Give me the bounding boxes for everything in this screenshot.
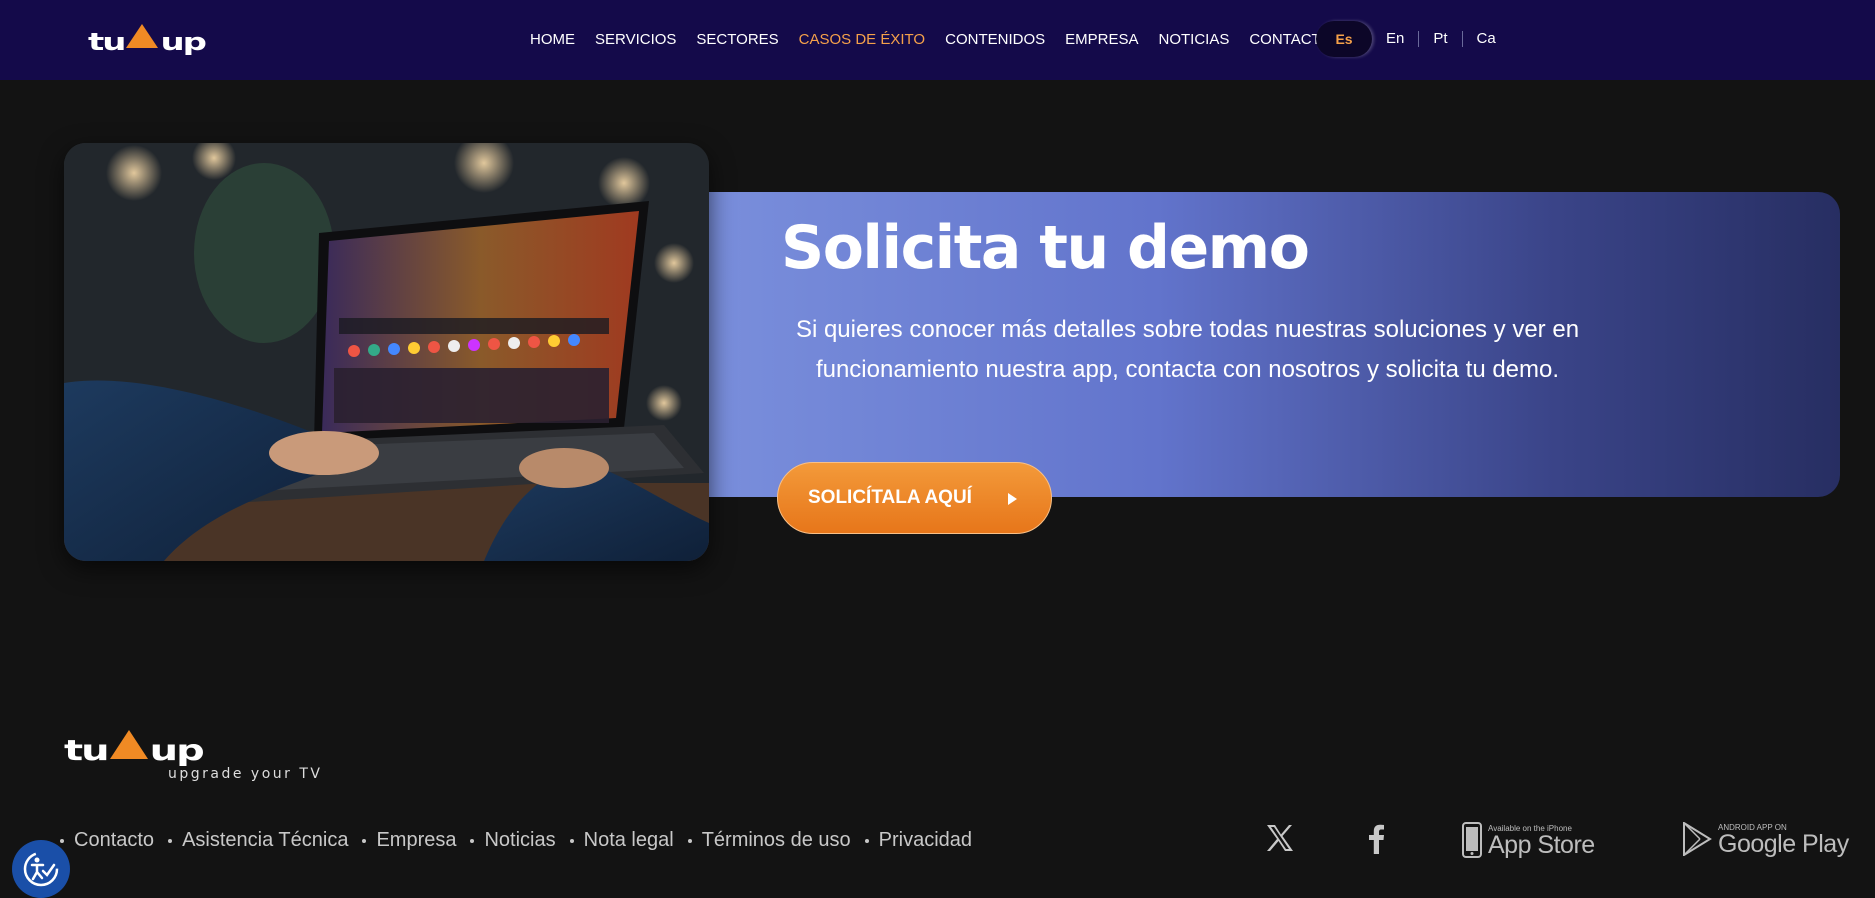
lang-pt[interactable]: Pt (1419, 31, 1463, 47)
footer-logo[interactable]: tu up (64, 727, 205, 768)
lang-es[interactable]: Es (1316, 21, 1372, 57)
google-play-text: ANDROID APP ON Google Play (1718, 823, 1849, 858)
site-header: tu up HOME SERVICIOS SECTORES CASOS DE É… (0, 0, 1875, 80)
footer-logo-triangle-icon (109, 730, 148, 759)
footer-link-terminos[interactable]: Términos de uso (688, 829, 851, 852)
footer-logo-text-left: tu (64, 734, 110, 768)
logo-text-left: tu (88, 28, 126, 57)
accessibility-button[interactable] (12, 840, 70, 898)
footer-link-empresa[interactable]: Empresa (362, 829, 456, 852)
nav-empresa[interactable]: EMPRESA (1065, 31, 1138, 48)
footer-link-contacto[interactable]: Contacto (60, 829, 154, 852)
google-play-badge[interactable]: ANDROID APP ON Google Play (1682, 822, 1849, 856)
lang-en[interactable]: En (1372, 31, 1420, 47)
footer-logo-text-right: up (149, 734, 205, 768)
play-arrow-icon (1008, 493, 1017, 505)
x-icon[interactable] (1262, 820, 1298, 856)
nav-servicios[interactable]: SERVICIOS (595, 31, 676, 48)
nav-sectores[interactable]: SECTORES (696, 31, 778, 48)
nav-casos-de-exito[interactable]: CASOS DE ÉXITO (799, 31, 925, 48)
accessibility-icon (23, 851, 59, 887)
hero-title: Solicita tu demo (781, 213, 1310, 283)
request-demo-label: SOLICÍTALA AQUÍ (808, 487, 972, 508)
logo-text-right: up (160, 28, 207, 57)
nav-contenidos[interactable]: CONTENIDOS (945, 31, 1045, 48)
facebook-icon[interactable] (1362, 820, 1390, 856)
footer-link-nota-legal[interactable]: Nota legal (570, 829, 674, 852)
footer-link-privacidad[interactable]: Privacidad (865, 829, 972, 852)
iphone-icon (1462, 822, 1482, 858)
footer-tagline: upgrade your TV (168, 766, 323, 782)
nav-noticias[interactable]: NOTICIAS (1158, 31, 1229, 48)
logo-triangle-icon (126, 24, 159, 48)
google-play-big: Google Play (1718, 829, 1849, 858)
nav-home[interactable]: HOME (530, 31, 575, 48)
app-store-big: App Store (1488, 830, 1595, 859)
laptop-illustration-icon (64, 143, 709, 561)
language-switcher: Es En Pt Ca (1316, 20, 1510, 58)
request-demo-button[interactable]: SOLICÍTALA AQUÍ (777, 462, 1052, 534)
main-nav: HOME SERVICIOS SECTORES CASOS DE ÉXITO C… (530, 0, 1332, 78)
lang-ca[interactable]: Ca (1463, 31, 1510, 47)
footer-links: Contacto Asistencia Técnica Empresa Noti… (60, 829, 986, 852)
app-store-text: Available on the iPhone App Store (1488, 824, 1595, 859)
header-logo[interactable]: tu up (88, 22, 207, 57)
laptop-streaming-image (64, 143, 709, 561)
footer-link-noticias[interactable]: Noticias (470, 829, 555, 852)
footer-link-asistencia[interactable]: Asistencia Técnica (168, 829, 348, 852)
google-play-icon (1683, 822, 1712, 856)
hero-description: Si quieres conocer más detalles sobre to… (795, 316, 1580, 383)
app-store-badge[interactable]: Available on the iPhone App Store (1462, 822, 1595, 858)
